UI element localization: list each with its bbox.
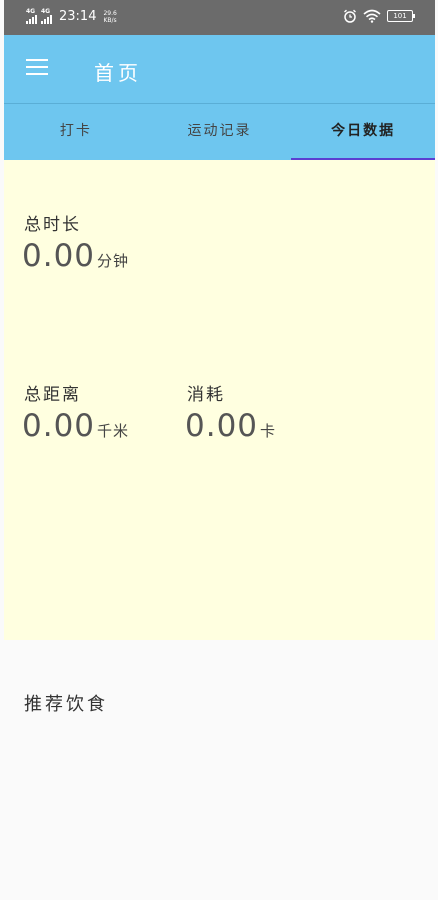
tab-exercise-records[interactable]: 运动记录 bbox=[148, 104, 292, 161]
total-time-label: 总时长 bbox=[24, 215, 81, 235]
total-distance-unit: 千米 bbox=[97, 422, 130, 440]
total-distance-label: 总距离 bbox=[24, 385, 81, 405]
consumption-number: 0.00 bbox=[185, 408, 259, 444]
network-speed-value: 29.6 bbox=[103, 9, 117, 17]
stats-panel: 总时长 0.00 分钟 总距离 0.00 千米 消耗 0.00 卡 bbox=[4, 160, 435, 640]
status-bar-left: 4G 4G 23:14 29.6 KB/s bbox=[26, 9, 117, 24]
app-screen: 4G 4G 23:14 29.6 KB/s 101 首页 打卡 运动记录 今日数… bbox=[4, 0, 435, 900]
total-distance-number: 0.00 bbox=[22, 408, 96, 444]
battery-icon: 101 bbox=[387, 10, 415, 22]
tab-check-in[interactable]: 打卡 bbox=[4, 104, 148, 161]
wifi-icon bbox=[363, 9, 381, 23]
battery-level: 101 bbox=[393, 12, 407, 20]
consumption-unit: 卡 bbox=[260, 422, 277, 440]
tab-bar: 打卡 运动记录 今日数据 bbox=[4, 103, 435, 161]
status-bar: 4G 4G 23:14 29.6 KB/s 101 bbox=[4, 0, 435, 35]
total-time-unit: 分钟 bbox=[97, 252, 130, 270]
total-time-value: 0.00 分钟 bbox=[22, 238, 129, 274]
status-bar-right: 101 bbox=[343, 9, 415, 23]
signal-icon: 4G bbox=[26, 9, 37, 24]
recommended-diet-panel: 推荐饮食 bbox=[4, 640, 435, 900]
tab-today-data[interactable]: 今日数据 bbox=[291, 104, 435, 161]
page-title: 首页 bbox=[94, 61, 142, 85]
network-speed-unit: KB/s bbox=[103, 16, 117, 24]
hamburger-menu-icon[interactable] bbox=[26, 59, 48, 77]
signal-icon-2: 4G bbox=[41, 9, 52, 24]
app-bar: 首页 bbox=[4, 35, 435, 103]
total-distance-value: 0.00 千米 bbox=[22, 408, 129, 444]
total-time-number: 0.00 bbox=[22, 238, 96, 274]
consumption-value: 0.00 卡 bbox=[185, 408, 276, 444]
clock: 23:14 bbox=[59, 9, 97, 24]
network-speed: 29.6 KB/s bbox=[103, 10, 116, 24]
recommended-diet-title: 推荐饮食 bbox=[24, 694, 108, 715]
consumption-label: 消耗 bbox=[187, 385, 225, 405]
alarm-icon bbox=[344, 9, 356, 23]
